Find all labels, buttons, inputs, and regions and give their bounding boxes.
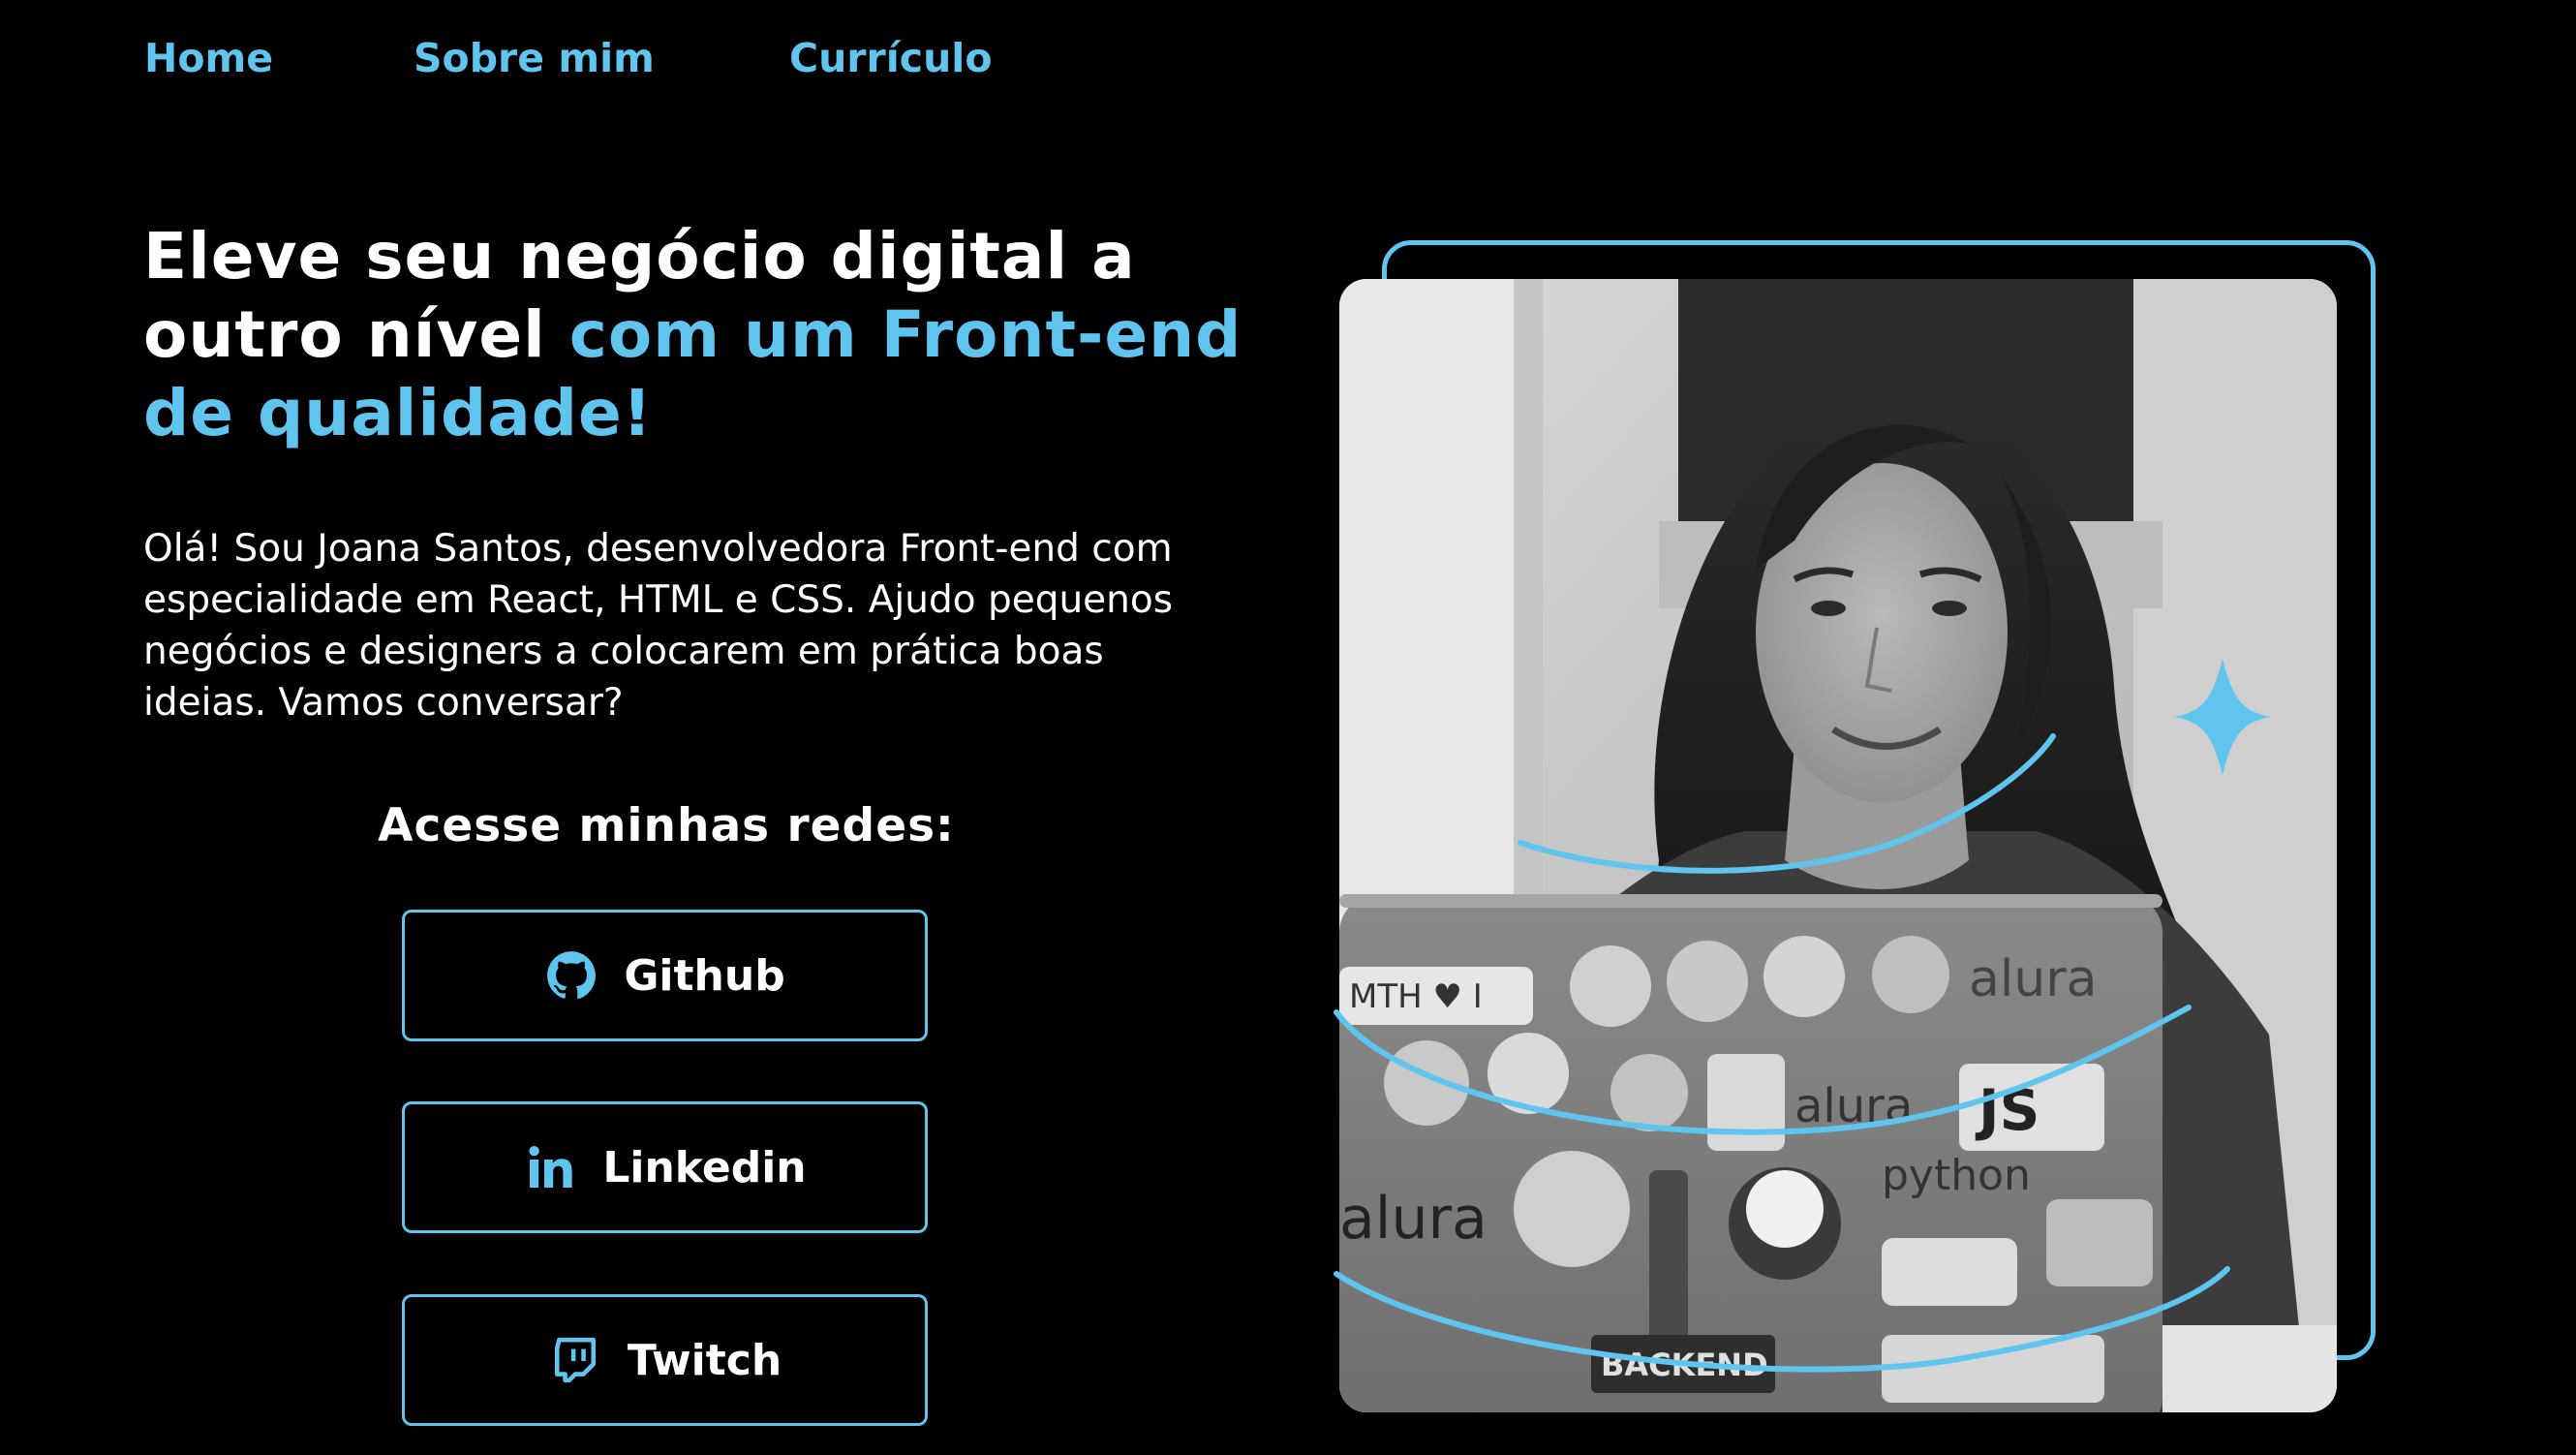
- socials-title: Acesse minhas redes:: [378, 799, 955, 852]
- linkedin-button[interactable]: Linkedin: [402, 1101, 928, 1233]
- twitch-label: Twitch: [627, 1335, 782, 1385]
- linkedin-label: Linkedin: [602, 1142, 807, 1192]
- github-icon: [544, 948, 598, 1003]
- nav-link-home[interactable]: Home: [144, 29, 273, 87]
- nav-link-curriculo[interactable]: Currículo: [789, 29, 992, 87]
- github-label: Github: [624, 950, 785, 1001]
- sparkle-icon: [2174, 659, 2271, 775]
- hero-headline: Eleve seu negócio digital a outro nível …: [143, 217, 1267, 452]
- nav-link-sobre-mim[interactable]: Sobre mim: [414, 29, 655, 87]
- twitch-button[interactable]: Twitch: [402, 1294, 928, 1426]
- linkedin-icon: [523, 1140, 577, 1194]
- hero-intro: Olá! Sou Joana Santos, desenvolvedora Fr…: [143, 527, 1174, 725]
- decorative-orbit-lines: [1334, 659, 2271, 1373]
- twitch-icon: [548, 1333, 602, 1387]
- github-button[interactable]: Github: [402, 910, 928, 1041]
